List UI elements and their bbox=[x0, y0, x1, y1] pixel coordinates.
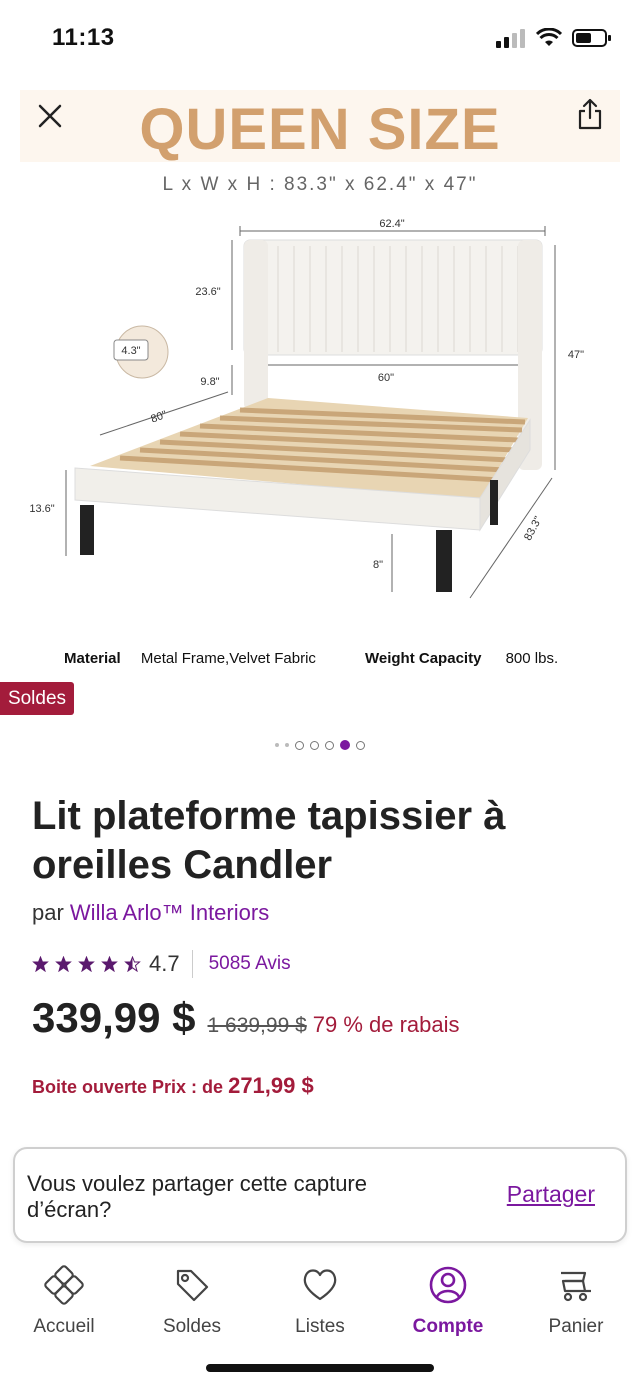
star-full-icon bbox=[78, 956, 95, 972]
share-button[interactable] bbox=[570, 92, 610, 136]
dim-frame-height: 13.6" bbox=[29, 503, 54, 515]
cellular-signal-icon bbox=[496, 29, 525, 48]
dim-inner-width: 60" bbox=[378, 372, 394, 384]
share-action-link[interactable]: Partager bbox=[507, 1181, 595, 1208]
star-full-icon bbox=[101, 956, 118, 972]
home-icon bbox=[44, 1265, 84, 1305]
reviews-link[interactable]: 5085 Avis bbox=[209, 953, 291, 975]
sale-badge: Soldes bbox=[0, 682, 74, 715]
by-prefix: par bbox=[32, 900, 64, 925]
dimensions-text: L x W x H : 83.3" x 62.4" x 47" bbox=[162, 174, 478, 195]
tag-icon bbox=[176, 1269, 209, 1302]
home-indicator bbox=[206, 1364, 434, 1372]
carousel-dot-active[interactable] bbox=[340, 740, 350, 750]
close-icon bbox=[38, 104, 62, 128]
open-box-label: Boite ouverte Prix : de bbox=[32, 1077, 224, 1097]
tab-panier[interactable]: Panier bbox=[512, 1258, 640, 1348]
open-box-price[interactable]: Boite ouverte Prix : de 271,99 $ bbox=[32, 1073, 314, 1099]
spec-weight-value: 800 lbs. bbox=[505, 650, 559, 667]
status-icons bbox=[496, 28, 612, 48]
dim-total-height: 47" bbox=[568, 349, 584, 361]
status-bar: 11:13 bbox=[0, 0, 640, 78]
tab-listes[interactable]: Listes bbox=[256, 1258, 384, 1348]
product-title: Lit plateforme tapissier à oreilles Cand… bbox=[32, 794, 506, 887]
star-full-icon bbox=[32, 956, 49, 972]
spec-material-label: Material bbox=[64, 650, 121, 667]
battery-icon bbox=[572, 29, 611, 47]
wifi-icon bbox=[536, 28, 562, 46]
dim-width-top: 62.4" bbox=[379, 218, 404, 230]
dim-side-gap: 9.8" bbox=[200, 376, 219, 388]
spec-weight-label: Weight Capacity bbox=[365, 650, 482, 667]
open-box-value: 271,99 $ bbox=[228, 1073, 314, 1098]
price-row: 339,99 $ 1 639,99 $ 79 % de rabais bbox=[32, 994, 460, 1042]
discount-text: 79 % de rabais bbox=[312, 1012, 460, 1037]
current-price: 339,99 $ bbox=[32, 994, 196, 1041]
carousel-dot[interactable] bbox=[325, 740, 334, 750]
close-button[interactable] bbox=[30, 96, 70, 136]
carousel-dot[interactable] bbox=[356, 740, 365, 750]
dim-length: 80" bbox=[149, 409, 168, 426]
tab-label-listes: Listes bbox=[295, 1316, 345, 1337]
rating-row[interactable]: 4.7 5085 Avis bbox=[32, 948, 291, 980]
tab-label-accueil: Accueil bbox=[33, 1316, 95, 1337]
spec-material: Material Metal Frame,Velvet Fabric bbox=[64, 650, 316, 667]
rating-divider bbox=[191, 950, 193, 978]
rating-value: 4.7 bbox=[149, 951, 180, 976]
carousel-dot[interactable] bbox=[275, 743, 279, 747]
spec-material-value: Metal Frame,Velvet Fabric bbox=[140, 650, 316, 667]
tab-label-compte: Compte bbox=[412, 1316, 484, 1337]
share-prompt-text: Vous voulez partager cette capture d’écr… bbox=[27, 1171, 367, 1222]
star-full-icon bbox=[55, 956, 72, 972]
brand-link[interactable]: Willa Arlo™ Interiors bbox=[70, 900, 269, 925]
tab-label-soldes: Soldes bbox=[162, 1316, 222, 1337]
cart-icon bbox=[561, 1271, 591, 1302]
dim-headboard-height: 23.6" bbox=[195, 286, 220, 298]
rating-stars bbox=[32, 956, 141, 972]
original-price: 1 639,99 $ bbox=[207, 1014, 307, 1037]
star-half-icon bbox=[124, 956, 141, 972]
status-time: 11:13 bbox=[52, 24, 115, 51]
tab-soldes[interactable]: Soldes bbox=[128, 1258, 256, 1348]
carousel-dot[interactable] bbox=[310, 740, 319, 750]
spec-weight: Weight Capacity 800 lbs. bbox=[365, 650, 558, 667]
tab-label-panier: Panier bbox=[548, 1316, 604, 1337]
dim-depth: 83.3" bbox=[522, 515, 545, 543]
carousel-dots[interactable] bbox=[0, 740, 640, 750]
share-screenshot-prompt: Vous voulez partager cette capture d’écr… bbox=[13, 1147, 627, 1243]
byline: par Willa Arlo™ Interiors bbox=[32, 900, 269, 926]
account-icon bbox=[429, 1266, 467, 1304]
share-icon bbox=[578, 98, 602, 130]
carousel-dot[interactable] bbox=[295, 740, 304, 750]
dim-leg-height: 8" bbox=[373, 559, 383, 571]
banner-title: QUEEN SIZE bbox=[139, 97, 501, 162]
bottom-tab-bar: Accueil Soldes Listes Compte Panier bbox=[0, 1258, 640, 1348]
bed-diagram: 62.4" 4.3" 23.6" 9.8" 60" 47" 80" 13.6" … bbox=[29, 218, 584, 599]
dim-detail: 4.3" bbox=[121, 345, 140, 357]
tab-accueil[interactable]: Accueil bbox=[0, 1258, 128, 1348]
heart-icon bbox=[303, 1269, 337, 1301]
tab-compte[interactable]: Compte bbox=[384, 1258, 512, 1348]
carousel-dot[interactable] bbox=[285, 743, 289, 747]
